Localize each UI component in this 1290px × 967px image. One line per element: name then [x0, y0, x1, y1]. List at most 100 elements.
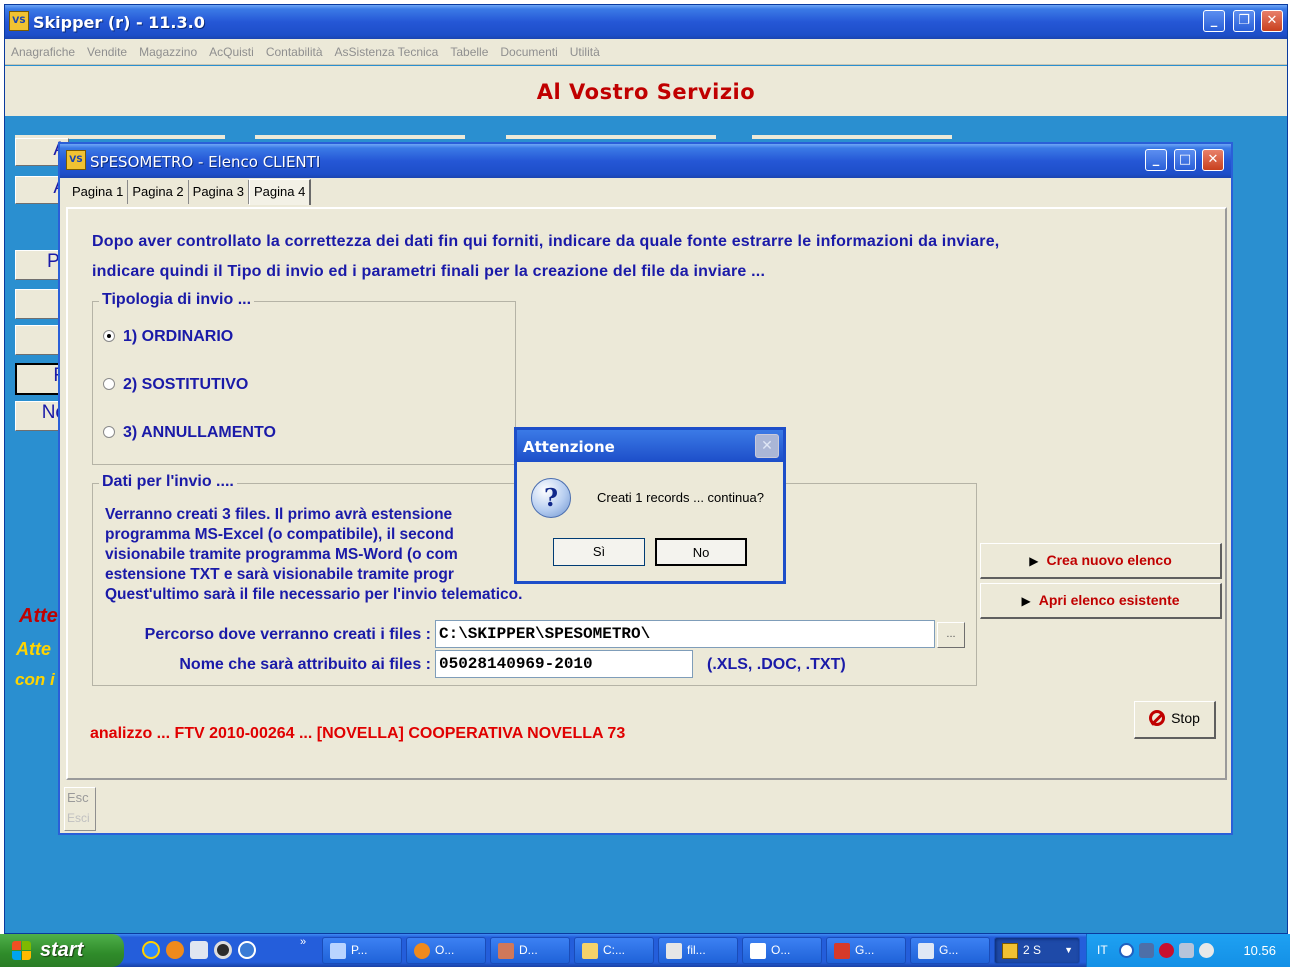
- menu-vendite[interactable]: Vendite: [81, 39, 133, 65]
- filename-label: Nome che sarà attribuito ai files :: [179, 656, 431, 673]
- radio-ordinario-label: 1) ORDINARIO: [123, 328, 234, 345]
- pdf-icon: [834, 943, 850, 959]
- skipper-app-icon: VS: [9, 11, 29, 31]
- browse-button[interactable]: ...: [937, 622, 965, 648]
- spesometro-window-title: SPESOMETRO - Elenco CLIENTI: [90, 153, 321, 171]
- task-item-1[interactable]: P...: [322, 937, 402, 964]
- main-menubar: Anagrafiche Vendite Magazzino AcQuisti Conta…: [5, 39, 1287, 65]
- filename-field[interactable]: 05028140969-2010: [435, 650, 693, 678]
- task-item-5[interactable]: fil...: [658, 937, 738, 964]
- intro-line-1: Dopo aver controllato la correttezza dei…: [92, 233, 1000, 250]
- spesometro-app-icon: VS: [66, 150, 86, 170]
- app-icon: [330, 943, 346, 959]
- folder-icon: [582, 943, 598, 959]
- play-arrow-icon: ▶: [1029, 554, 1039, 568]
- crea-nuovo-elenco-button[interactable]: ▶ Crea nuovo elenco: [980, 543, 1222, 579]
- task-label: O...: [435, 943, 455, 957]
- dialog-yes-button[interactable]: Sì: [553, 538, 645, 566]
- task-label: G...: [855, 943, 875, 957]
- radio-ordinario[interactable]: 1) ORDINARIO: [103, 328, 233, 346]
- firefox-icon: [414, 943, 430, 959]
- start-label: start: [40, 939, 84, 961]
- dialog-close-icon[interactable]: ✕: [755, 434, 779, 458]
- tipologia-legend: Tipologia di invio ...: [99, 291, 255, 309]
- child-maximize-button[interactable]: □: [1174, 149, 1196, 171]
- more-chevron-icon[interactable]: »: [300, 936, 306, 948]
- task-item-2[interactable]: O...: [406, 937, 486, 964]
- main-title-bar[interactable]: VS Skipper (r) - 11.3.0 _ ❐ ✕: [5, 5, 1287, 39]
- task-label: O...: [771, 943, 791, 957]
- dialog-message: Creati 1 records ... continua?: [597, 490, 764, 505]
- browser-quicklaunch-icon[interactable]: [238, 941, 256, 959]
- play-arrow-icon: ▶: [1021, 594, 1031, 608]
- esc-button[interactable]: Esc Esci: [64, 787, 96, 831]
- dialog-title-bar[interactable]: Attenzione ✕: [517, 430, 783, 462]
- file-icon: [666, 943, 682, 959]
- spesometro-title-bar[interactable]: VS SPESOMETRO - Elenco CLIENTI _ □ ✕: [60, 144, 1231, 178]
- radio-ordinario-indicator[interactable]: [103, 330, 115, 342]
- stop-button[interactable]: Stop: [1134, 701, 1216, 739]
- menu-acquisti[interactable]: AcQuisti: [203, 39, 260, 65]
- task-item-skipper-group[interactable]: 2 S ▼: [994, 937, 1080, 964]
- close-button[interactable]: ✕: [1261, 10, 1283, 32]
- menu-magazzino[interactable]: Magazzino: [133, 39, 203, 65]
- crea-nuovo-elenco-label: Crea nuovo elenco: [1046, 552, 1172, 568]
- info-line-1: Verranno creati 3 files. Il primo avrà e…: [105, 506, 453, 523]
- child-close-button[interactable]: ✕: [1202, 149, 1224, 171]
- radio-annullamento-label: 3) ANNULLAMENTO: [123, 424, 276, 441]
- service-banner: Al Vostro Servizio: [5, 66, 1287, 116]
- tray-collapse-icon[interactable]: [1119, 943, 1134, 958]
- app-icon: [498, 943, 514, 959]
- menu-assistenza-tecnica[interactable]: AsSistenza Tecnica: [329, 39, 445, 65]
- ie-quicklaunch-icon[interactable]: [142, 941, 160, 959]
- child-minimize-button[interactable]: _: [1145, 149, 1167, 171]
- document-icon: [918, 943, 934, 959]
- menu-utilita[interactable]: Utilità: [564, 39, 606, 65]
- dialog-no-button[interactable]: No: [655, 538, 747, 566]
- task-item-8[interactable]: G...: [910, 937, 990, 964]
- sync-icon[interactable]: [1199, 943, 1214, 958]
- extensions-note: (.XLS, .DOC, .TXT): [707, 656, 846, 673]
- dati-invio-legend: Dati per l'invio ....: [99, 473, 237, 491]
- tab-pagina-1[interactable]: Pagina 1: [68, 180, 129, 204]
- desktop-quicklaunch-icon[interactable]: [190, 941, 208, 959]
- task-item-7[interactable]: G...: [826, 937, 906, 964]
- windows-logo-icon: [12, 941, 32, 961]
- path-label: Percorso dove verranno creati i files :: [144, 626, 431, 643]
- menu-anagrafiche[interactable]: Anagrafiche: [5, 39, 81, 65]
- menu-tabelle[interactable]: Tabelle: [444, 39, 494, 65]
- path-field[interactable]: C:\SKIPPER\SPESOMETRO\: [435, 620, 935, 648]
- menu-contabilita[interactable]: Contabilità: [260, 39, 329, 65]
- question-icon: ?: [531, 478, 571, 518]
- apri-elenco-esistente-button[interactable]: ▶ Apri elenco esistente: [980, 583, 1222, 619]
- antivirus-icon[interactable]: [1159, 943, 1174, 958]
- firefox-quicklaunch-icon[interactable]: [166, 941, 184, 959]
- minimize-button[interactable]: _: [1203, 10, 1225, 32]
- tab-pagina-3[interactable]: Pagina 3: [189, 180, 249, 204]
- dialog-title: Attenzione: [523, 438, 615, 456]
- restore-button[interactable]: ❐: [1233, 10, 1255, 32]
- page-tabs: Pagina 1 Pagina 2 Pagina 3 Pagina 4: [68, 179, 312, 206]
- info-line-2: programma MS-Excel (o compatibile), il s…: [105, 526, 454, 543]
- menu-documenti[interactable]: Documenti: [494, 39, 563, 65]
- task-label: G...: [939, 943, 959, 957]
- task-item-6[interactable]: O...: [742, 937, 822, 964]
- radio-sostitutivo-indicator[interactable]: [103, 378, 115, 390]
- language-indicator[interactable]: IT: [1097, 943, 1108, 957]
- task-item-3[interactable]: D...: [490, 937, 570, 964]
- stop-label: Stop: [1171, 710, 1200, 726]
- task-item-4[interactable]: C:...: [574, 937, 654, 964]
- bg-yellow-text-1: Atte: [16, 639, 51, 659]
- radio-annullamento-indicator[interactable]: [103, 426, 115, 438]
- main-window-title: Skipper (r) - 11.3.0: [33, 13, 205, 32]
- radio-annullamento[interactable]: 3) ANNULLAMENTO: [103, 424, 276, 442]
- start-button[interactable]: start: [0, 934, 124, 967]
- radio-sostitutivo[interactable]: 2) SOSTITUTIVO: [103, 376, 248, 394]
- intro-line-2: indicare quindi il Tipo di invio ed i pa…: [92, 263, 766, 280]
- volume-icon[interactable]: [1179, 943, 1194, 958]
- media-quicklaunch-icon[interactable]: [214, 941, 232, 959]
- tab-pagina-2[interactable]: Pagina 2: [128, 180, 189, 204]
- network-icon[interactable]: [1139, 943, 1154, 958]
- info-line-5: Quest'ultimo sarà il file necessario per…: [105, 586, 523, 603]
- tab-pagina-4[interactable]: Pagina 4: [248, 179, 312, 205]
